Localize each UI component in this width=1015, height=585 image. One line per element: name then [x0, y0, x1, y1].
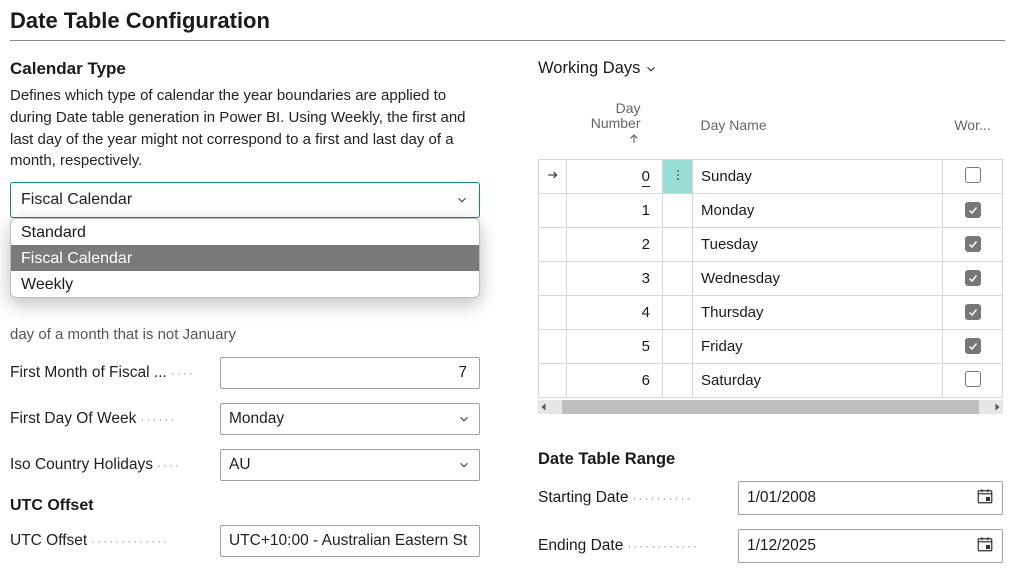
starting-date-label: Starting Date·········· — [538, 489, 738, 507]
table-row[interactable]: 2 Tuesday — [539, 228, 1003, 262]
row-menu[interactable] — [663, 364, 693, 398]
cell-day-name[interactable]: Thursday — [693, 296, 943, 330]
cell-working[interactable] — [943, 228, 1003, 262]
cell-day-name[interactable]: Tuesday — [693, 228, 943, 262]
cell-day-name[interactable]: Friday — [693, 330, 943, 364]
cell-day-number[interactable]: 5 — [567, 330, 663, 364]
table-row[interactable]: 4 Thursday — [539, 296, 1003, 330]
chevron-down-icon — [457, 412, 471, 426]
row-menu[interactable] — [663, 330, 693, 364]
cell-working[interactable] — [943, 330, 1003, 364]
first-day-select[interactable]: Monday — [220, 403, 480, 435]
chevron-down-icon — [457, 458, 471, 472]
horizontal-scrollbar[interactable] — [538, 400, 1003, 414]
row-selector[interactable] — [539, 194, 567, 228]
calendar-type-heading: Calendar Type — [10, 59, 490, 79]
scroll-right-icon[interactable] — [991, 401, 1003, 413]
cell-day-number[interactable]: 6 — [567, 364, 663, 398]
row-menu[interactable] — [663, 160, 693, 194]
first-month-input[interactable]: 7 — [220, 357, 480, 389]
kebab-menu-icon[interactable] — [671, 169, 685, 186]
utc-offset-select[interactable]: UTC+10:00 - Australian Eastern St — [220, 525, 480, 557]
cell-day-number[interactable]: 4 — [567, 296, 663, 330]
row-selector[interactable] — [539, 160, 567, 194]
ending-date-label: Ending Date············ — [538, 537, 738, 555]
working-days-table: Day Number Day Name Wor... 0 Sunday 1 Monda… — [538, 100, 1003, 398]
calendar-type-description: Defines which type of calendar the year … — [10, 85, 490, 172]
cell-day-name[interactable]: Monday — [693, 194, 943, 228]
working-checkbox[interactable] — [965, 270, 981, 286]
row-menu[interactable] — [663, 194, 693, 228]
divider — [10, 40, 1005, 41]
row-selector[interactable] — [539, 262, 567, 296]
cell-working[interactable] — [943, 194, 1003, 228]
row-menu[interactable] — [663, 296, 693, 330]
sort-asc-icon — [627, 132, 641, 149]
cell-day-name[interactable]: Sunday — [693, 160, 943, 194]
cell-working[interactable] — [943, 262, 1003, 296]
table-row[interactable]: 3 Wednesday — [539, 262, 1003, 296]
cell-day-number[interactable]: 3 — [567, 262, 663, 296]
first-day-label: First Day Of Week······ — [10, 410, 220, 428]
col-day-name[interactable]: Day Name — [693, 100, 943, 160]
calendar-type-value: Fiscal Calendar — [21, 191, 132, 209]
left-column: Calendar Type Defines which type of cale… — [10, 59, 490, 577]
working-checkbox[interactable] — [965, 202, 981, 218]
iso-country-select[interactable]: AU — [220, 449, 480, 481]
working-days-expander[interactable]: Working Days — [538, 59, 658, 78]
utc-heading: UTC Offset — [10, 497, 490, 515]
calendar-type-option-fiscal[interactable]: Fiscal Calendar — [11, 245, 479, 271]
calendar-type-option-standard[interactable]: Standard — [11, 219, 479, 245]
row-selector[interactable] — [539, 330, 567, 364]
cell-working[interactable] — [943, 160, 1003, 194]
table-row[interactable]: 0 Sunday — [539, 160, 1003, 194]
cell-working[interactable] — [943, 364, 1003, 398]
page-title: Date Table Configuration — [10, 8, 1005, 34]
cell-day-number[interactable]: 2 — [567, 228, 663, 262]
row-menu[interactable] — [663, 228, 693, 262]
calendar-type-option-weekly[interactable]: Weekly — [11, 271, 479, 297]
obscured-text: day of a month that is not January — [10, 326, 490, 343]
starting-date-input[interactable]: 1/01/2008 — [738, 481, 1003, 515]
col-working[interactable]: Wor... — [943, 100, 1003, 160]
working-checkbox[interactable] — [965, 304, 981, 320]
ending-date-input[interactable]: 1/12/2025 — [738, 529, 1003, 563]
working-checkbox[interactable] — [965, 236, 981, 252]
row-selector[interactable] — [539, 364, 567, 398]
row-menu[interactable] — [663, 262, 693, 296]
iso-label: Iso Country Holidays···· — [10, 456, 220, 474]
cell-day-name[interactable]: Saturday — [693, 364, 943, 398]
table-row[interactable]: 5 Friday — [539, 330, 1003, 364]
cell-working[interactable] — [943, 296, 1003, 330]
table-row[interactable]: 6 Saturday — [539, 364, 1003, 398]
row-selector[interactable] — [539, 296, 567, 330]
scrollbar-thumb[interactable] — [562, 400, 979, 414]
cell-day-number[interactable]: 0 — [567, 160, 663, 194]
working-checkbox[interactable] — [965, 167, 981, 183]
working-checkbox[interactable] — [965, 371, 981, 387]
calendar-icon[interactable] — [976, 487, 994, 510]
calendar-icon[interactable] — [976, 535, 994, 558]
scroll-left-icon[interactable] — [538, 401, 550, 413]
calendar-type-dropdown: Standard Fiscal Calendar Weekly — [10, 218, 480, 298]
right-column: Working Days Day Number — [538, 59, 1005, 577]
current-row-icon — [546, 169, 560, 186]
first-month-label: First Month of Fiscal ...···· — [10, 364, 220, 382]
chevron-down-icon — [644, 62, 658, 76]
cell-day-name[interactable]: Wednesday — [693, 262, 943, 296]
calendar-type-select[interactable]: Fiscal Calendar — [10, 182, 480, 218]
table-row[interactable]: 1 Monday — [539, 194, 1003, 228]
working-checkbox[interactable] — [965, 338, 981, 354]
row-selector[interactable] — [539, 228, 567, 262]
cell-day-number[interactable]: 1 — [567, 194, 663, 228]
col-day-number[interactable]: Day Number — [567, 100, 663, 160]
utc-label: UTC Offset············· — [10, 532, 220, 550]
date-range-heading: Date Table Range — [538, 450, 1005, 469]
chevron-down-icon — [455, 193, 469, 207]
